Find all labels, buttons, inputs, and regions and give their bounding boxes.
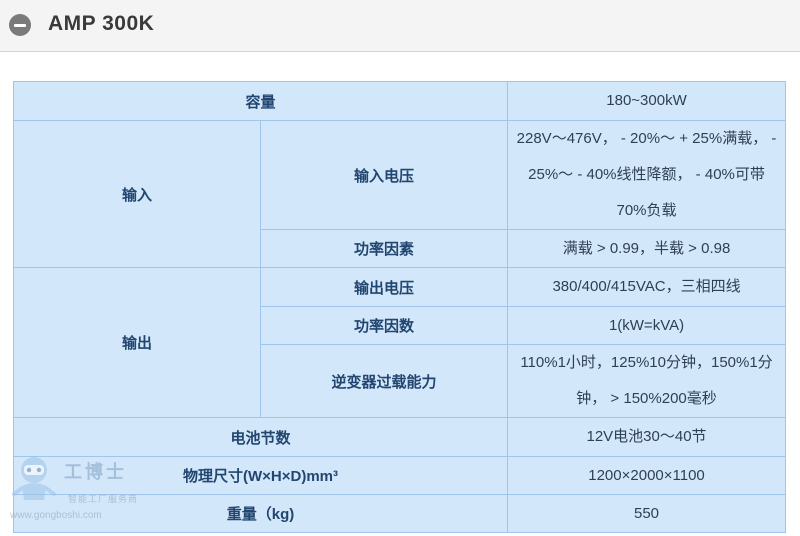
input-group-label: 输入 [13, 120, 261, 268]
output-power-factor-label: 功率因数 [259, 306, 509, 345]
watermark: 工博士 智能工厂服务商 www.gongboshi.com [10, 452, 140, 526]
input-power-factor-value: 满载 > 0.99，半载 > 0.98 [507, 229, 787, 268]
weight-value: 550 [507, 494, 787, 533]
output-voltage-value: 380/400/415VAC，三相四线 [507, 267, 787, 307]
input-voltage-label: 输入电压 [259, 120, 509, 230]
overload-value: 110%1小时，125%10分钟，150%1分钟， > 150%200毫秒 [507, 344, 787, 418]
input-voltage-value: 228V～476V， - 20%～ + 25%满载， - 25%～ - 40%线… [507, 120, 787, 230]
dimensions-value: 1200×2000×1100 [507, 456, 787, 495]
section-title: AMP 300K [48, 12, 155, 35]
section-header[interactable]: AMP 300K [0, 0, 800, 52]
table-row: 容量 180~300kW [12, 81, 787, 121]
input-power-factor-label: 功率因素 [259, 229, 509, 268]
table-row: 电池节数 12V电池30～40节 [12, 417, 787, 457]
watermark-name: 工博士 [64, 462, 127, 482]
watermark-slogan: 智能工厂服务商 [68, 494, 139, 504]
watermark-url: www.gongboshi.com [10, 510, 102, 521]
battery-count-label: 电池节数 [12, 417, 509, 457]
robot-mascot-icon [12, 457, 56, 500]
minus-circle-icon[interactable] [9, 14, 31, 36]
output-group-label: 输出 [13, 267, 261, 418]
overload-label: 逆变器过载能力 [259, 344, 509, 418]
table-row: 输入 输入电压 228V～476V， - 20%～ + 25%满载， - 25%… [13, 120, 787, 268]
capacity-label: 容量 [12, 81, 509, 121]
table-row: 输出 输出电压 380/400/415VAC，三相四线 [13, 267, 787, 418]
output-voltage-label: 输出电压 [259, 267, 509, 307]
battery-count-value: 12V电池30～40节 [507, 417, 787, 457]
output-power-factor-value: 1(kW=kVA) [507, 306, 787, 345]
capacity-value: 180~300kW [507, 81, 787, 121]
